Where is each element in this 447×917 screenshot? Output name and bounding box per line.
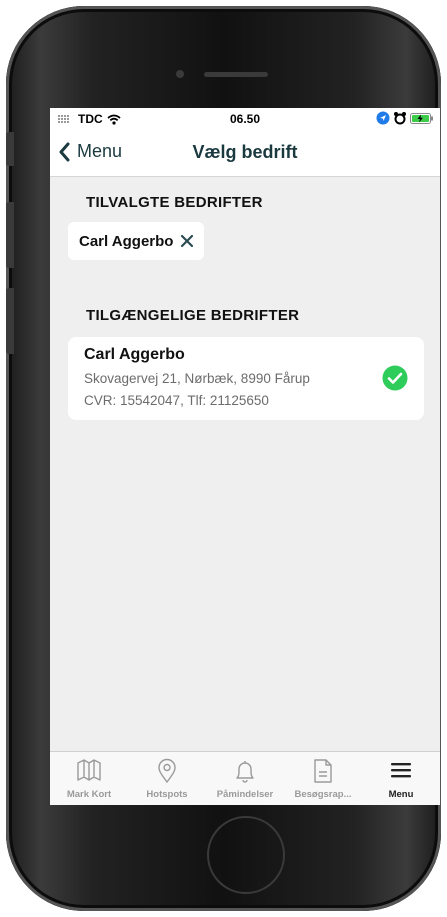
page-title: Vælg bedrift	[192, 142, 298, 162]
selected-company-chip: Carl Aggerbo	[68, 222, 205, 260]
tab-menu[interactable]: Menu	[362, 752, 440, 805]
tab-label: Menu	[388, 789, 414, 800]
bell-icon	[236, 761, 254, 783]
tab-besoegsrapporter[interactable]: Besøgsrap...	[284, 752, 362, 805]
battery-charging-icon	[410, 112, 433, 124]
tab-bar: Mark Kort Hotspots Påmindelser Besøgsrap…	[50, 751, 440, 805]
tab-label: Påmindelser	[216, 789, 274, 800]
alarm-clock-icon	[394, 112, 406, 125]
company-name: Carl Aggerbo	[84, 346, 185, 363]
hamburger-menu-icon	[391, 763, 411, 778]
close-icon	[181, 234, 194, 248]
checkmark-circle-icon	[382, 365, 408, 391]
company-details: CVR: 15542047, Tlf: 21125650	[84, 393, 269, 408]
tab-label: Mark Kort	[66, 789, 112, 800]
available-section-title: TILGÆNGELIGE BEDRIFTER	[86, 307, 300, 324]
volume-down-button	[6, 288, 14, 354]
status-icons	[376, 111, 434, 125]
location-arrow-icon	[376, 111, 390, 125]
company-address: Skovagervej 21, Nørbæk, 8990 Fårup	[84, 371, 310, 386]
app-screen: TDC 06.50 Menu Vælg bedrift TILVALGTE BE…	[50, 108, 440, 805]
earpiece-speaker	[204, 72, 268, 77]
tab-label: Besøgsrap...	[294, 789, 352, 800]
chip-label: Carl Aggerbo	[79, 232, 174, 250]
tab-paamindelser[interactable]: Påmindelser	[206, 752, 284, 805]
status-bar: TDC 06.50	[50, 108, 440, 130]
volume-up-button	[6, 202, 14, 268]
map-icon	[77, 759, 101, 781]
company-list-item[interactable]: Carl Aggerbo Skovagervej 21, Nørbæk, 899…	[68, 337, 424, 420]
mute-switch	[6, 132, 14, 166]
location-pin-icon	[158, 758, 176, 784]
front-camera	[176, 70, 184, 78]
document-icon	[314, 759, 332, 783]
tab-label: Hotspots	[146, 789, 188, 800]
tab-hotspots[interactable]: Hotspots	[128, 752, 206, 805]
tab-mark-kort[interactable]: Mark Kort	[50, 752, 128, 805]
home-button[interactable]	[207, 816, 285, 894]
selected-section-title: TILVALGTE BEDRIFTER	[86, 194, 263, 211]
remove-chip-button[interactable]	[180, 234, 194, 248]
navigation-bar: Menu Vælg bedrift	[50, 130, 440, 177]
